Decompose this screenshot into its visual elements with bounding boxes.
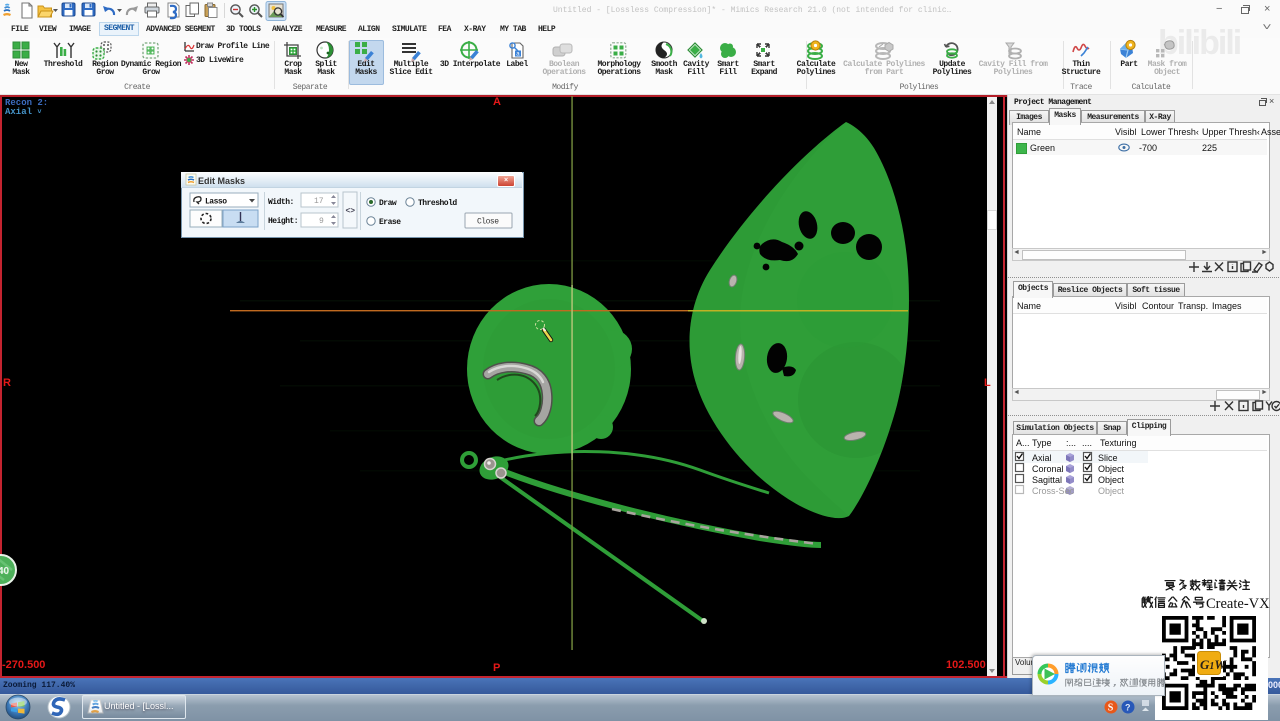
svg-text:Create-VX: Create-VX xyxy=(1206,596,1270,612)
svg-text:Erase: Erase xyxy=(379,218,401,227)
svg-text:?: ? xyxy=(1125,703,1131,713)
svg-text:9: 9 xyxy=(319,217,324,226)
svg-text:Height:: Height: xyxy=(268,217,298,226)
svg-text:Lasso: Lasso xyxy=(205,198,227,207)
svg-text:Width:: Width: xyxy=(268,198,294,207)
svg-text:S: S xyxy=(1108,703,1114,714)
svg-text:Threshold: Threshold xyxy=(418,199,457,208)
svg-text:17: 17 xyxy=(314,197,324,206)
svg-text:<>: <> xyxy=(346,207,356,216)
svg-text:Draw: Draw xyxy=(379,199,397,208)
svg-text:40: 40 xyxy=(0,566,10,577)
svg-text:Close: Close xyxy=(477,218,499,227)
svg-text:G1W: G1W xyxy=(1200,657,1227,672)
